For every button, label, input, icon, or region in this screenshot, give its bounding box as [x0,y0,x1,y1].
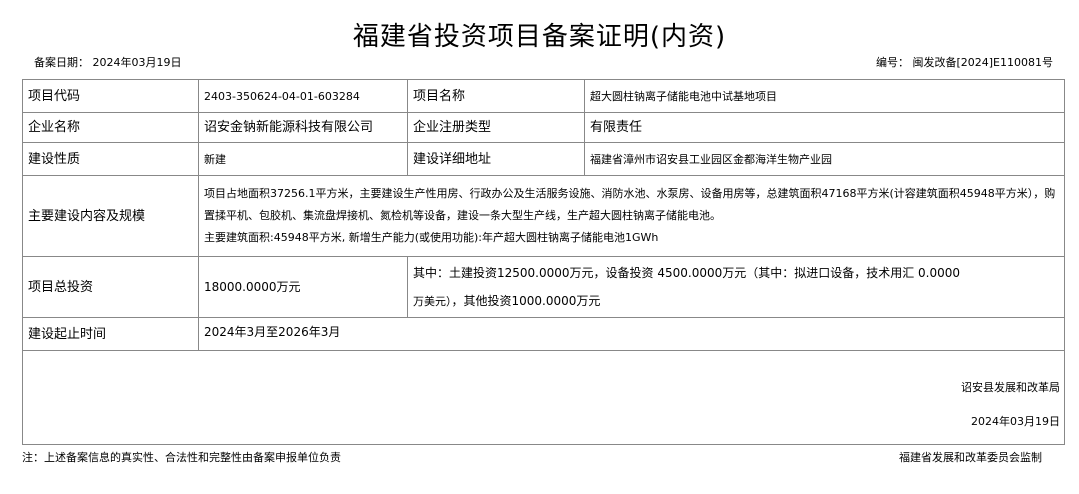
project-code-label: 项目代码 [22,79,199,113]
project-code-value: 2403-350624-04-01-603284 [198,79,408,113]
company-value: 诏安金钠新能源科技有限公司 [198,112,408,143]
investment-detail-line2: 万美元），其他投资1000.0000万元 [413,287,1059,316]
table-row: 诏安县发展和改革局 2024年03月19日 [22,350,1065,445]
table-row: 项目总投资 18000.0000万元 其中：土建投资12500.0000万元，设… [22,256,1065,318]
investment-total: 18000.0000万元 [198,256,408,318]
approving-authority: 诏安县发展和改革局 [961,381,1060,394]
issue-date: 2024年03月19日 [971,415,1060,428]
period-value: 2024年3月至2026年3月 [198,317,1065,351]
table-row: 企业名称 诏安金钠新能源科技有限公司 企业注册类型 有限责任 [22,112,1065,143]
filing-date: 备案日期： 2024年03月19日 [34,56,182,69]
reg-type-value: 有限责任 [584,112,1065,143]
reg-type-label: 企业注册类型 [407,112,585,143]
scope-value: 项目占地面积37256.1平方米，主要建设生产性用房、行政办公及生活服务设施、消… [198,175,1065,257]
filing-table: 项目代码 2403-350624-04-01-603284 项目名称 超大圆柱钠… [22,79,1065,445]
investment-detail-other: ，其他投资1000.0000万元 [451,293,601,308]
project-name-value: 超大圆柱钠离子储能电池中试基地项目 [584,79,1065,113]
table-row: 主要建设内容及规模 项目占地面积37256.1平方米，主要建设生产性用房、行政办… [22,175,1065,257]
scope-text: 项目占地面积37256.1平方米，主要建设生产性用房、行政办公及生活服务设施、消… [204,187,1056,222]
table-row: 建设性质 新建 建设详细地址 福建省漳州市诏安县工业园区金都海洋生物产业园 [22,142,1065,176]
project-name-label: 项目名称 [407,79,585,113]
table-row: 项目代码 2403-350624-04-01-603284 项目名称 超大圆柱钠… [22,79,1065,113]
supervision-note: 福建省发展和改革委员会监制 [899,451,1042,464]
disclaimer-note: 注：上述备案信息的真实性、合法性和完整性由备案申报单位负责 [22,451,341,464]
scope-label: 主要建设内容及规模 [22,175,199,257]
address-label: 建设详细地址 [407,142,585,176]
investment-detail-unit: 万美元） [413,294,452,308]
company-label: 企业名称 [22,112,199,143]
address-value: 福建省漳州市诏安县工业园区金都海洋生物产业园 [584,142,1065,176]
approval-cell: 诏安县发展和改革局 2024年03月19日 [22,350,1065,445]
investment-detail: 其中：土建投资12500.0000万元，设备投资 4500.0000万元（其中：… [407,256,1065,318]
investment-detail-line1: 其中：土建投资12500.0000万元，设备投资 4500.0000万元（其中：… [413,265,961,280]
nature-label: 建设性质 [22,142,199,176]
scope-area: 主要建筑面积:45948平方米, 新增生产能力(或使用功能):年产超大圆柱钠离子… [204,231,659,244]
investment-label: 项目总投资 [22,256,199,318]
period-label: 建设起止时间 [22,317,199,351]
nature-value: 新建 [198,142,408,176]
document-title: 福建省投资项目备案证明(内资) [352,22,727,52]
serial-number: 编号： 闽发改备[2024]E110081号 [875,56,1053,69]
table-row: 建设起止时间 2024年3月至2026年3月 [22,317,1065,351]
